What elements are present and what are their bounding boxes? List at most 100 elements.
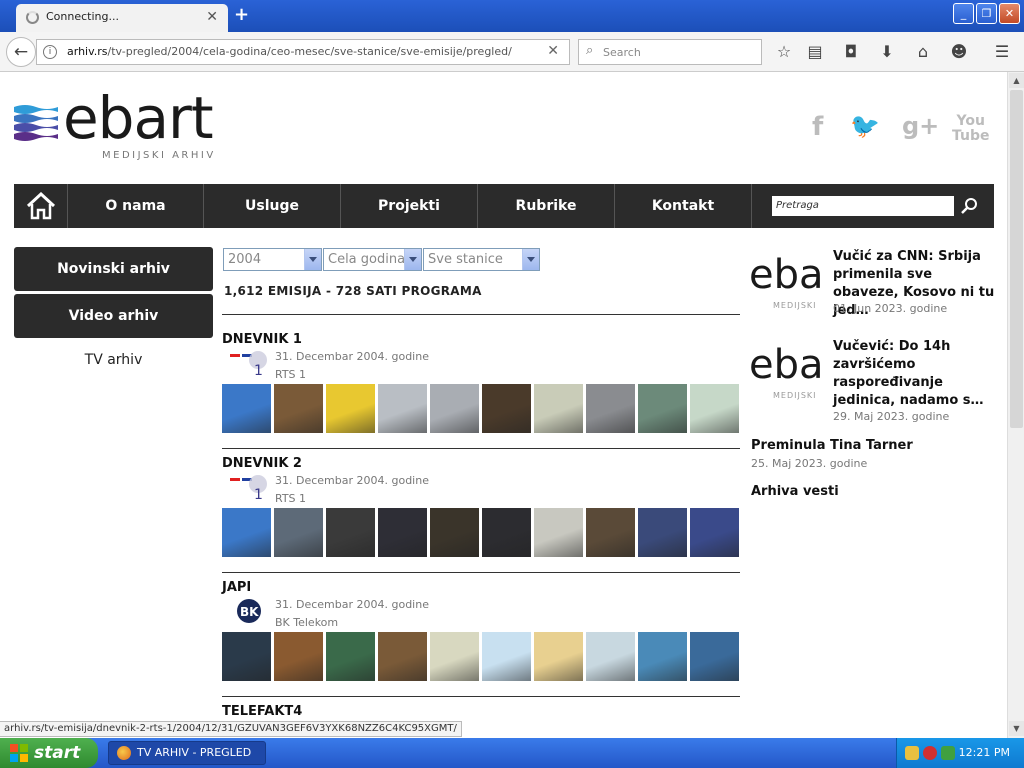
- site-info-icon[interactable]: i: [43, 45, 57, 59]
- video-thumbnail[interactable]: [482, 384, 531, 433]
- status-bar-url: arhiv.rs/tv-emisija/dnevnik-2-rts-1/2004…: [0, 721, 462, 737]
- video-thumbnail[interactable]: [690, 632, 739, 681]
- news-thumbnail: eba MEDIJSKI: [751, 338, 826, 400]
- sidebar-video-arhiv[interactable]: Video arhiv: [14, 294, 213, 338]
- video-thumbnail[interactable]: [378, 384, 427, 433]
- system-tray: 12:21 PM: [896, 738, 1024, 768]
- youtube-icon[interactable]: You Tube: [952, 114, 990, 144]
- nav-item-kontakt[interactable]: Kontakt: [615, 184, 752, 228]
- news-archive-link[interactable]: Arhiva vesti: [751, 484, 839, 499]
- scroll-up-icon[interactable]: ▲: [1009, 73, 1024, 88]
- windows-flag-icon: [10, 744, 28, 762]
- show-item: JAPI BK 31. Decembar 2004. godine BK Tel…: [222, 580, 742, 690]
- sidebar-tv-arhiv[interactable]: TV arhiv: [14, 352, 213, 368]
- facebook-icon[interactable]: f: [812, 112, 823, 142]
- video-thumbnail[interactable]: [378, 508, 427, 557]
- browser-search-input[interactable]: ⌕ Search: [578, 39, 762, 65]
- video-thumbnail[interactable]: [586, 632, 635, 681]
- video-thumbnail[interactable]: [430, 632, 479, 681]
- video-thumbnail[interactable]: [586, 508, 635, 557]
- show-title[interactable]: DNEVNIK 1: [222, 332, 302, 347]
- news-title[interactable]: Preminula Tina Tarner: [751, 438, 913, 453]
- site-logo[interactable]: ebart MEDIJSKI ARHIV: [14, 86, 224, 166]
- video-thumbnail[interactable]: [222, 508, 271, 557]
- nav-item-usluge[interactable]: Usluge: [204, 184, 341, 228]
- station-select[interactable]: Sve stanice: [423, 248, 540, 271]
- home-icon[interactable]: ⌂: [912, 41, 934, 63]
- video-thumbnail[interactable]: [638, 508, 687, 557]
- browser-titlebar: Connecting... ✕ + _ ❐ ✕: [0, 0, 1024, 32]
- browser-toolbar: ← i arhiv.rs/tv-pregled/2004/cela-godina…: [0, 32, 1024, 72]
- news-item[interactable]: eba MEDIJSKI Vučić za CNN: Srbija primen…: [751, 248, 1001, 328]
- close-window-button[interactable]: ✕: [999, 3, 1020, 24]
- news-title[interactable]: Vučević: Do 14h završićemo raspoređivanj…: [833, 338, 1001, 410]
- tray-network-icon[interactable]: [941, 746, 955, 760]
- period-select[interactable]: Cela godina: [323, 248, 422, 271]
- back-button[interactable]: ←: [6, 37, 36, 67]
- sidebar-novinski-arhiv[interactable]: Novinski arhiv: [14, 247, 213, 291]
- video-thumbnail[interactable]: [222, 384, 271, 433]
- hello-icon[interactable]: ☻: [948, 41, 970, 63]
- nav-item-projekti[interactable]: Projekti: [341, 184, 478, 228]
- video-thumbnail[interactable]: [534, 632, 583, 681]
- tab-close-icon[interactable]: ✕: [206, 9, 218, 25]
- start-button[interactable]: start: [0, 738, 98, 768]
- video-thumbnail[interactable]: [326, 632, 375, 681]
- bookmark-star-icon[interactable]: ☆: [773, 41, 795, 63]
- news-item[interactable]: eba MEDIJSKI Vučević: Do 14h završićemo …: [751, 338, 1001, 428]
- video-thumbnail[interactable]: [534, 384, 583, 433]
- menu-icon[interactable]: ☰: [991, 41, 1013, 63]
- nav-item-o-nama[interactable]: O nama: [68, 184, 204, 228]
- video-thumbnail[interactable]: [430, 384, 479, 433]
- scroll-thumb[interactable]: [1010, 90, 1023, 428]
- twitter-icon[interactable]: 🐦: [850, 112, 880, 140]
- minimize-button[interactable]: _: [953, 3, 974, 24]
- site-search-input[interactable]: Pretraga: [772, 196, 954, 216]
- video-thumbnail[interactable]: [586, 384, 635, 433]
- reading-list-icon[interactable]: ▤: [804, 41, 826, 63]
- video-thumbnail[interactable]: [430, 508, 479, 557]
- video-thumbnail[interactable]: [690, 384, 739, 433]
- svg-text:BK: BK: [240, 605, 259, 619]
- url-bar[interactable]: i arhiv.rs/tv-pregled/2004/cela-godina/c…: [36, 39, 570, 65]
- googleplus-icon[interactable]: g+: [902, 112, 939, 140]
- show-title[interactable]: TELEFAKT4: [222, 704, 302, 719]
- year-select[interactable]: 2004: [223, 248, 322, 271]
- video-thumbnail[interactable]: [326, 508, 375, 557]
- video-thumbnail[interactable]: [638, 384, 687, 433]
- thumbnail-strip: [222, 384, 739, 433]
- show-title[interactable]: DNEVNIK 2: [222, 456, 302, 471]
- news-date: 29. Maj 2023. godine: [833, 410, 950, 423]
- tray-security-icon[interactable]: [923, 746, 937, 760]
- video-thumbnail[interactable]: [690, 508, 739, 557]
- nav-item-rubrike[interactable]: Rubrike: [478, 184, 615, 228]
- video-thumbnail[interactable]: [274, 384, 323, 433]
- clear-url-icon[interactable]: ✕: [547, 43, 559, 59]
- video-thumbnail[interactable]: [222, 632, 271, 681]
- show-channel: BK Telekom: [275, 616, 339, 629]
- video-thumbnail[interactable]: [274, 508, 323, 557]
- divider: [222, 314, 740, 315]
- video-thumbnail[interactable]: [482, 632, 531, 681]
- site-search-icon[interactable]: [960, 196, 980, 216]
- tray-user-icon[interactable]: [905, 746, 919, 760]
- video-thumbnail[interactable]: [326, 384, 375, 433]
- video-thumbnail[interactable]: [274, 632, 323, 681]
- new-tab-icon[interactable]: +: [234, 4, 249, 25]
- show-title[interactable]: JAPI: [222, 580, 251, 595]
- video-thumbnail[interactable]: [378, 632, 427, 681]
- download-icon[interactable]: ⬇: [876, 41, 898, 63]
- video-thumbnail[interactable]: [534, 508, 583, 557]
- browser-tab[interactable]: Connecting... ✕: [16, 4, 228, 32]
- pocket-icon[interactable]: ◘: [840, 41, 862, 63]
- news-date: 25. Maj 2023. godine: [751, 457, 868, 470]
- show-item: DNEVNIK 2 1 31. Decembar 2004. godine RT…: [222, 456, 742, 566]
- summary-text: 1,612 EMISIJA - 728 SATI PROGRAMA: [224, 284, 482, 298]
- video-thumbnail[interactable]: [482, 508, 531, 557]
- taskbar-firefox-item[interactable]: TV ARHIV - PREGLED ...: [108, 741, 266, 765]
- page-scrollbar[interactable]: ▲ ▼: [1007, 72, 1024, 738]
- maximize-button[interactable]: ❐: [976, 3, 997, 24]
- home-nav-button[interactable]: [14, 184, 68, 228]
- scroll-down-icon[interactable]: ▼: [1009, 721, 1024, 736]
- video-thumbnail[interactable]: [638, 632, 687, 681]
